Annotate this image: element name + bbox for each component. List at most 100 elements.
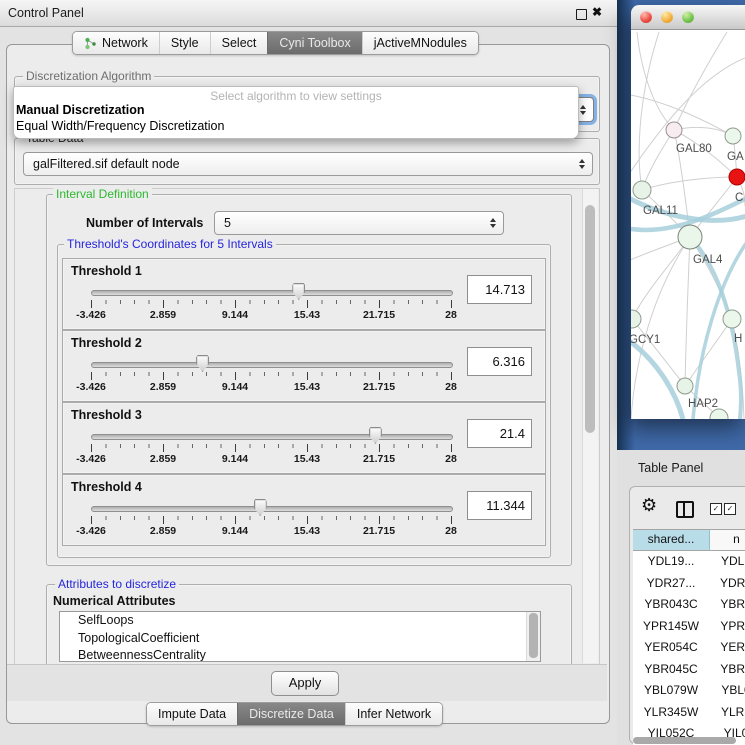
table-row[interactable]: YBL079WYBL0	[633, 680, 745, 702]
slider-handle[interactable]	[196, 355, 209, 372]
attribute-item-1[interactable]: TopologicalCoefficient	[60, 630, 540, 648]
network-node-gal4[interactable]	[678, 225, 702, 249]
slider-major-tick	[307, 444, 308, 452]
network-view-window[interactable]: GAL80GACGAL11GAL4GCY1HHAP2	[631, 5, 745, 418]
split-columns-icon[interactable]	[676, 501, 694, 518]
table-cell[interactable]: YBL079W	[633, 680, 709, 702]
slider-handle[interactable]	[292, 283, 305, 300]
tab-network[interactable]: Network	[73, 32, 159, 54]
tab-select[interactable]: Select	[210, 32, 268, 54]
scrollbar-thumb[interactable]	[633, 737, 736, 744]
table-row[interactable]: YBR045CYBR0	[633, 659, 745, 681]
table-row[interactable]: YDL19...YDL1	[633, 551, 745, 573]
close-icon[interactable]: ✖	[592, 5, 602, 19]
network-node-hap2[interactable]	[677, 378, 693, 394]
tab-cyni-toolbox[interactable]: Cyni Toolbox	[267, 32, 361, 54]
checkbox-icon[interactable]: ✓	[710, 503, 722, 515]
network-node-label: GCY1	[631, 334, 660, 346]
table-cell[interactable]: YPR145W	[633, 616, 709, 638]
table-row[interactable]: YDR27...YDR2	[633, 573, 745, 595]
horizontal-scrollbar[interactable]	[633, 737, 745, 744]
numerical-attributes-label: Numerical Attributes	[53, 594, 175, 608]
slider-major-tick	[235, 300, 236, 308]
network-graph[interactable]: GAL80GACGAL11GAL4GCY1HHAP2	[631, 30, 745, 419]
table-cell[interactable]: YDL1	[709, 551, 745, 573]
table-cell[interactable]: YER0	[709, 637, 745, 659]
slider-handle[interactable]	[369, 427, 382, 444]
close-traffic-light-icon[interactable]	[640, 11, 652, 23]
table-row[interactable]: YER054CYER0	[633, 637, 745, 659]
network-node-gal80[interactable]	[666, 122, 682, 138]
network-node[interactable]	[710, 409, 728, 419]
network-node-h[interactable]	[723, 310, 741, 328]
minimize-traffic-light-icon[interactable]	[661, 11, 673, 23]
table-panel: Table Panel ⚙ ✓ ✓ shared...nYDL19...YDL1…	[617, 450, 745, 745]
table-cell[interactable]: YBR043C	[633, 594, 709, 616]
table-panel-box: ⚙ ✓ ✓ shared...nYDL19...YDL1YDR27...YDR2…	[629, 486, 745, 744]
slider-handle[interactable]	[254, 499, 267, 516]
table-cell[interactable]: YBR045C	[633, 659, 709, 681]
numerical-attributes-list[interactable]: SelfLoopsTopologicalCoefficientBetweenne…	[59, 611, 541, 662]
table-cell[interactable]: YPR1	[709, 616, 745, 638]
slider-scale-label: 21.715	[363, 525, 395, 537]
slider-scale-label: 9.144	[222, 309, 248, 321]
threshold-value-field[interactable]: 21.4	[467, 419, 532, 448]
tab-label: jActiveMNodules	[374, 36, 467, 50]
table-cell[interactable]: YDR2	[709, 573, 745, 595]
network-node-ga[interactable]	[725, 128, 741, 144]
dropdown-option-equal-width-frequency[interactable]: Equal Width/Frequency Discretization	[14, 119, 578, 135]
zoom-traffic-light-icon[interactable]	[682, 11, 694, 23]
table-cell[interactable]: YBL0	[709, 680, 745, 702]
attribute-item-2[interactable]: BetweennessCentrality	[60, 647, 540, 662]
bottom-tab-infer-network[interactable]: Infer Network	[345, 703, 442, 725]
table-cell[interactable]: YLR345W	[633, 702, 709, 724]
apply-button[interactable]: Apply	[271, 671, 339, 696]
slider-track[interactable]	[91, 506, 453, 512]
number-of-intervals-label: Number of Intervals	[86, 216, 203, 230]
tab-style[interactable]: Style	[159, 32, 210, 54]
table-cell[interactable]: YDR27...	[633, 573, 709, 595]
network-edge	[639, 32, 659, 190]
table-cell[interactable]: YBR0	[709, 659, 745, 681]
network-node-c[interactable]	[729, 169, 745, 185]
column-header-0[interactable]: shared...	[633, 529, 710, 551]
attribute-item-0[interactable]: SelfLoops	[60, 612, 540, 630]
node-attribute-table[interactable]: shared...nYDL19...YDL1YDR27...YDR2YBR043…	[633, 529, 745, 745]
table-row[interactable]: YBR043CYBR0	[633, 594, 745, 616]
list-scrollbar[interactable]	[526, 612, 540, 661]
table-cell[interactable]: YLR3	[709, 702, 745, 724]
threshold-value-field[interactable]: 6.316	[467, 347, 532, 376]
network-node-gal11[interactable]	[633, 181, 651, 199]
threshold-value-field[interactable]: 14.713	[467, 275, 532, 304]
network-canvas[interactable]: GAL80GACGAL11GAL4GCY1HHAP2	[631, 30, 745, 419]
scrollbar-thumb[interactable]	[585, 205, 595, 433]
tab-jactivemnodules[interactable]: jActiveMNodules	[362, 32, 478, 54]
slider-track[interactable]	[91, 362, 453, 368]
slider-scale-label: 28	[445, 525, 457, 537]
checkbox-icon[interactable]: ✓	[724, 503, 736, 515]
slider-track[interactable]	[91, 290, 453, 296]
float-window-icon[interactable]	[576, 9, 587, 20]
bottom-tab-discretize-data[interactable]: Discretize Data	[237, 703, 345, 725]
tab-label: Discretize Data	[249, 707, 334, 721]
slider-scale-label: 2.859	[150, 525, 176, 537]
column-header-1[interactable]: n	[710, 529, 745, 551]
bottom-tab-impute-data[interactable]: Impute Data	[147, 703, 237, 725]
table-data-combobox[interactable]: galFiltered.sif default node	[23, 152, 593, 176]
number-of-intervals-combobox[interactable]: 5	[214, 211, 504, 235]
table-cell[interactable]: YBR0	[709, 594, 745, 616]
table-cell[interactable]: YER054C	[633, 637, 709, 659]
slider-track[interactable]	[91, 434, 453, 440]
table-row[interactable]: YLR345WYLR3	[633, 702, 745, 724]
network-edge	[642, 130, 674, 190]
dropdown-option-manual-discretization[interactable]: Manual Discretization	[14, 103, 578, 119]
threshold-value-field[interactable]: 11.344	[467, 491, 532, 520]
threshold-3-panel: Threshold 3-3.4262.8599.14415.4321.71528…	[62, 402, 546, 474]
table-row[interactable]: YPR145WYPR1	[633, 616, 745, 638]
slider-major-tick	[163, 516, 164, 524]
table-cell[interactable]: YDL19...	[633, 551, 709, 573]
network-node-gcy1[interactable]	[631, 310, 641, 328]
network-window-titlebar[interactable]	[631, 5, 745, 30]
gear-icon[interactable]: ⚙	[641, 495, 657, 516]
vertical-scrollbar[interactable]	[582, 189, 598, 663]
